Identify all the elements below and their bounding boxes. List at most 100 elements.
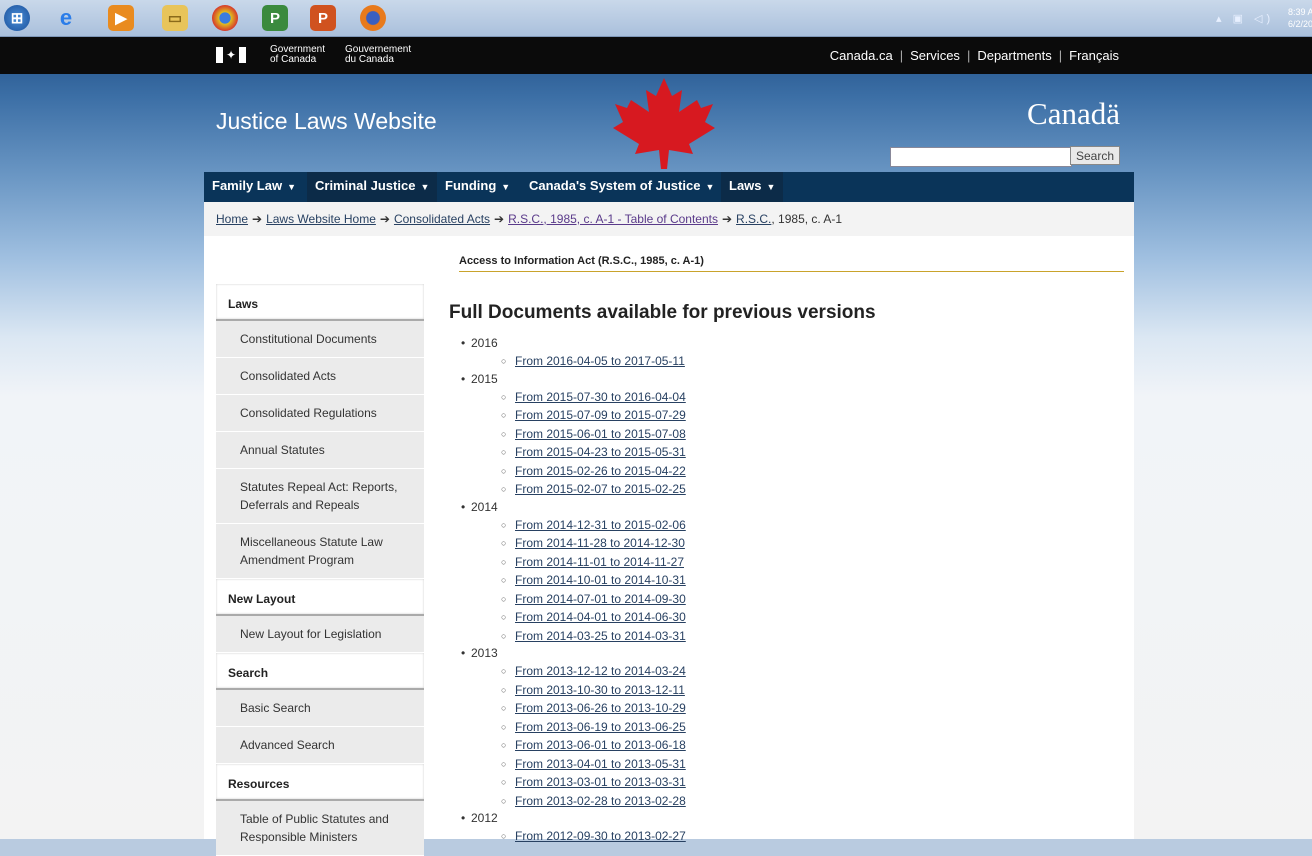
chevron-down-icon: ▼ xyxy=(287,182,296,192)
sidebar-item-advanced-search[interactable]: Advanced Search xyxy=(216,727,424,764)
project-icon[interactable]: P xyxy=(262,5,288,31)
version-item: ○ From 2014-04-01 to 2014-06-30 xyxy=(461,608,686,627)
sidebar-item-miscellaneous-statute-law[interactable]: Miscellaneous Statute Law Amendment Prog… xyxy=(216,524,424,579)
breadcrumb-table-of-contents[interactable]: R.S.C., 1985, c. A-1 - Table of Contents xyxy=(508,212,718,226)
version-link[interactable]: From 2015-04-23 to 2015-05-31 xyxy=(515,445,686,459)
link-services[interactable]: Services xyxy=(910,48,960,63)
breadcrumb-consolidated-acts[interactable]: Consolidated Acts xyxy=(394,212,490,226)
canada-wordmark: Canadä xyxy=(1027,96,1120,131)
menu-family-law[interactable]: Family Law ▼ xyxy=(204,172,304,202)
link-departments[interactable]: Departments xyxy=(977,48,1051,63)
chevron-down-icon: ▼ xyxy=(420,182,430,192)
folder-icon[interactable]: ▭ xyxy=(162,5,188,31)
arrow-right-icon: ➔ xyxy=(252,212,263,226)
arrow-right-icon: ➔ xyxy=(721,212,733,226)
link-canada-ca[interactable]: Canada.ca xyxy=(830,48,893,63)
version-item: ○ From 2014-11-01 to 2014-11-27 xyxy=(461,553,686,572)
goc-name-fr-line2: du Canada xyxy=(345,54,394,65)
goc-name-en[interactable]: Government of Canada xyxy=(270,45,325,65)
version-link[interactable]: From 2013-10-30 to 2013-12-11 xyxy=(515,683,685,697)
media-player-icon[interactable]: ▶ xyxy=(108,5,134,31)
powerpoint-icon[interactable]: P xyxy=(310,5,336,31)
version-link[interactable]: From 2012-09-30 to 2013-02-27 xyxy=(515,829,686,843)
sidebar-item-statutes-repeal-act[interactable]: Statutes Repeal Act: Reports, Deferrals … xyxy=(216,469,424,524)
firefox-icon[interactable] xyxy=(360,5,386,31)
sidebar-item-annual-statutes[interactable]: Annual Statutes xyxy=(216,432,424,469)
circle-bullet-icon: ○ xyxy=(501,575,507,585)
version-link[interactable]: From 2014-03-25 to 2014-03-31 xyxy=(515,629,686,643)
year-label: 2012 xyxy=(471,811,498,825)
circle-bullet-icon: ○ xyxy=(501,465,507,476)
site-title[interactable]: Justice Laws Website xyxy=(216,108,437,135)
version-link[interactable]: From 2013-06-19 to 2013-06-25 xyxy=(515,720,686,734)
year-label: 2015 xyxy=(471,371,498,386)
separator: | xyxy=(899,48,904,63)
maple-leaf-icon xyxy=(613,78,715,169)
version-link[interactable]: From 2013-12-12 to 2014-03-24 xyxy=(515,664,686,678)
page-title: Full Documents available for previous ve… xyxy=(449,302,876,323)
menu-funding[interactable]: Funding ▼ xyxy=(437,172,518,202)
version-link[interactable]: From 2013-04-01 to 2013-05-31 xyxy=(515,757,686,771)
version-link[interactable]: From 2015-06-01 to 2015-07-08 xyxy=(515,427,686,441)
bullet-icon: • xyxy=(461,811,466,825)
content-panel: Home ➔ Laws Website Home ➔ Consolidated Acts… xyxy=(204,202,1134,856)
clock-time: 8:39 A xyxy=(1288,7,1312,17)
search-input[interactable] xyxy=(890,147,1072,167)
circle-bullet-icon: ○ xyxy=(501,740,507,750)
version-link[interactable]: From 2016-04-05 to 2017-05-11 xyxy=(515,354,685,368)
link-francais[interactable]: Français xyxy=(1069,48,1119,63)
sidebar-item-consolidated-regulations[interactable]: Consolidated Regulations xyxy=(216,395,424,432)
chevron-down-icon: ▼ xyxy=(501,182,511,192)
version-link[interactable]: From 2013-06-26 to 2013-10-29 xyxy=(515,701,686,715)
system-tray: ▴ ▣ ◁) 8:39 A 6/2/20 xyxy=(1208,4,1312,32)
bullet-icon: • xyxy=(461,646,466,660)
ie-icon[interactable]: e xyxy=(53,5,79,31)
version-link[interactable]: From 2014-12-31 to 2015-02-06 xyxy=(515,518,686,532)
windows-taskbar: ⊞ e ▶ ▭ P P ▴ ▣ ◁) 8:39 A 6/2/20 xyxy=(0,0,1312,37)
goc-name-fr[interactable]: Gouvernement du Canada xyxy=(345,45,411,65)
version-link[interactable]: From 2015-02-26 to 2015-04-22 xyxy=(515,464,686,478)
version-item: ○ From 2013-12-12 to 2014-03-24 xyxy=(461,662,686,681)
year-label: 2016 xyxy=(471,336,498,350)
version-link[interactable]: From 2014-07-01 to 2014-09-30 xyxy=(515,592,686,606)
clock[interactable]: 8:39 A 6/2/20 xyxy=(1288,6,1312,30)
version-link[interactable]: From 2015-02-07 to 2015-02-25 xyxy=(515,482,686,496)
version-link[interactable]: From 2013-03-01 to 2013-03-31 xyxy=(515,775,686,789)
menu-laws[interactable]: Laws ▼ xyxy=(721,172,784,202)
goc-name-en-line2: of Canada xyxy=(270,54,317,65)
menu-criminal-justice[interactable]: Criminal Justice ▼ xyxy=(307,172,438,202)
search-button[interactable]: Search xyxy=(1070,146,1120,165)
menu-label: Canada's System of Justice xyxy=(529,178,701,193)
version-item: ○ From 2013-04-01 to 2013-05-31 xyxy=(461,755,686,774)
year-item: • 2015 xyxy=(461,371,686,388)
circle-bullet-icon: ○ xyxy=(501,721,507,732)
clock-date: 6/2/20 xyxy=(1288,19,1312,29)
version-link[interactable]: From 2013-06-01 to 2013-06-18 xyxy=(515,738,686,752)
sidebar-item-basic-search[interactable]: Basic Search xyxy=(216,690,424,727)
sidebar-item-constitutional-documents[interactable]: Constitutional Documents xyxy=(216,321,424,358)
version-item: ○ From 2015-06-01 to 2015-07-08 xyxy=(461,425,686,444)
version-link[interactable]: From 2013-02-28 to 2013-02-28 xyxy=(515,794,686,808)
version-link[interactable]: From 2014-11-28 to 2014-12-30 xyxy=(515,536,685,550)
breadcrumb-laws-website-home[interactable]: Laws Website Home xyxy=(266,212,376,226)
divider xyxy=(459,271,1124,272)
windows-start-icon[interactable]: ⊞ xyxy=(4,5,30,31)
version-link[interactable]: From 2015-07-09 to 2015-07-29 xyxy=(515,408,686,422)
sidebar-item-table-of-public-statutes[interactable]: Table of Public Statutes and Responsible… xyxy=(216,801,424,856)
version-item: ○ From 2013-06-26 to 2013-10-29 xyxy=(461,699,686,718)
version-link[interactable]: From 2014-11-01 to 2014-11-27 xyxy=(515,555,684,569)
sidebar-item-consolidated-acts[interactable]: Consolidated Acts xyxy=(216,358,424,395)
menu-system-of-justice[interactable]: Canada's System of Justice ▼ xyxy=(521,172,722,202)
version-item: ○ From 2013-06-19 to 2013-06-25 xyxy=(461,718,686,737)
tray-icons[interactable]: ▴ ▣ ◁) xyxy=(1216,12,1274,25)
version-item: ○ From 2015-02-07 to 2015-02-25 xyxy=(461,480,686,499)
sidebar-item-new-layout-for-legislation[interactable]: New Layout for Legislation xyxy=(216,616,424,653)
version-link[interactable]: From 2015-07-30 to 2016-04-04 xyxy=(515,390,686,404)
chrome-icon[interactable] xyxy=(212,5,238,31)
version-item: ○ From 2014-03-25 to 2014-03-31 xyxy=(461,627,686,646)
breadcrumb-home[interactable]: Home xyxy=(216,212,248,226)
version-item: ○ From 2015-02-26 to 2015-04-22 xyxy=(461,462,686,481)
version-link[interactable]: From 2014-10-01 to 2014-10-31 xyxy=(515,573,686,587)
breadcrumb-current-link[interactable]: R.S.C. xyxy=(736,212,771,226)
version-link[interactable]: From 2014-04-01 to 2014-06-30 xyxy=(515,610,686,624)
